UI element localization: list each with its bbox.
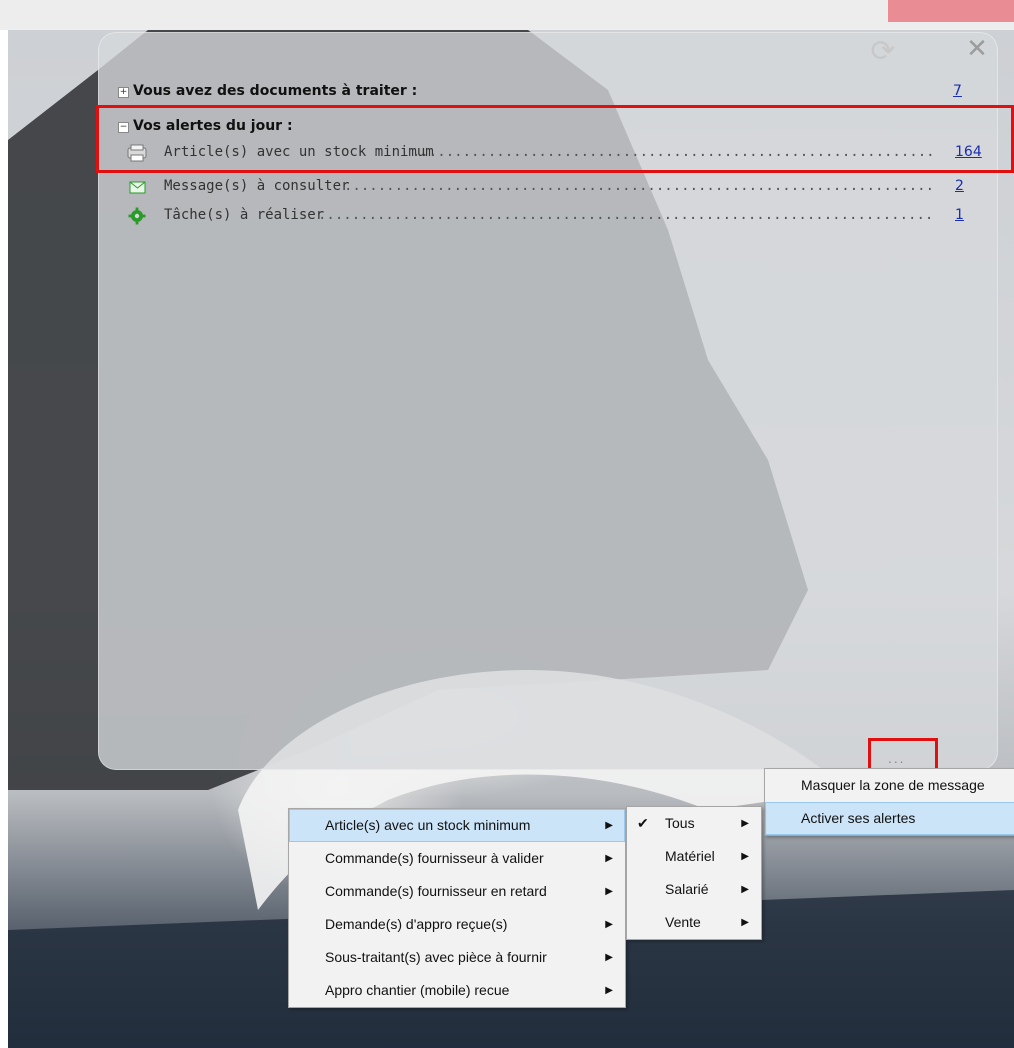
menu-item-label: Commande(s) fournisseur à valider bbox=[325, 850, 544, 866]
category-submenu: ✔ Tous ▶ Matériel ▶ Salarié ▶ Vente ▶ bbox=[626, 806, 762, 940]
alert-count-link[interactable]: 1 bbox=[955, 207, 964, 223]
envelope-icon bbox=[129, 181, 146, 194]
chevron-right-icon: ▶ bbox=[741, 884, 749, 895]
leader-dots: ........................................… bbox=[318, 207, 934, 223]
alert-item-tasks[interactable]: Tâche(s) à réaliser ....................… bbox=[126, 207, 992, 227]
menu-item-label: Activer ses alertes bbox=[801, 810, 916, 826]
menu-item-label: Commande(s) fournisseur en retard bbox=[325, 883, 547, 899]
chevron-right-icon: ▶ bbox=[605, 952, 613, 963]
menu-item-stock-minimum[interactable]: Article(s) avec un stock minimum ▶ bbox=[289, 809, 625, 842]
highlight-box bbox=[96, 105, 1014, 173]
chevron-right-icon: ▶ bbox=[741, 917, 749, 928]
menu-item-commande-en-retard[interactable]: Commande(s) fournisseur en retard ▶ bbox=[289, 875, 625, 908]
menu-item-label: Matériel bbox=[665, 848, 715, 864]
chevron-right-icon: ▶ bbox=[605, 820, 613, 831]
refresh-icon[interactable]: ⟳ bbox=[866, 32, 900, 72]
documents-title: Vous avez des documents à traiter : bbox=[133, 83, 418, 99]
top-bar-accent bbox=[888, 0, 1014, 22]
menu-item-hide-message-zone[interactable]: Masquer la zone de message bbox=[765, 769, 1014, 802]
gear-icon bbox=[128, 207, 146, 225]
menu-item-label: Sous-traitant(s) avec pièce à fournir bbox=[325, 949, 547, 965]
menu-item-salarie[interactable]: Salarié ▶ bbox=[627, 873, 761, 906]
chevron-right-icon: ▶ bbox=[605, 919, 613, 930]
menu-item-label: Tous bbox=[665, 815, 695, 831]
menu-item-label: Vente bbox=[665, 914, 701, 930]
menu-item-label: Masquer la zone de message bbox=[801, 777, 985, 793]
documents-section[interactable]: + Vous avez des documents à traiter : bbox=[118, 83, 417, 99]
check-icon: ✔ bbox=[637, 815, 649, 831]
menu-item-label: Salarié bbox=[665, 881, 709, 897]
menu-item-commande-a-valider[interactable]: Commande(s) fournisseur à valider ▶ bbox=[289, 842, 625, 875]
documents-count-link[interactable]: 7 bbox=[953, 83, 962, 99]
chevron-right-icon: ▶ bbox=[741, 851, 749, 862]
chevron-right-icon: ▶ bbox=[605, 886, 613, 897]
chevron-right-icon: ▶ bbox=[605, 985, 613, 996]
alert-item-label: Tâche(s) à réaliser bbox=[164, 207, 325, 223]
menu-item-appro-chantier[interactable]: Appro chantier (mobile) recue ▶ bbox=[289, 974, 625, 1007]
menu-item-label: Demande(s) d'appro reçue(s) bbox=[325, 916, 508, 932]
menu-item-vente[interactable]: Vente ▶ bbox=[627, 906, 761, 939]
options-menu: Masquer la zone de message Activer ses a… bbox=[764, 768, 1014, 836]
alerts-context-menu: Article(s) avec un stock minimum ▶ Comma… bbox=[288, 808, 626, 1008]
alert-count-link[interactable]: 2 bbox=[955, 178, 964, 194]
chevron-right-icon: ▶ bbox=[741, 818, 749, 829]
menu-item-label: Article(s) avec un stock minimum bbox=[325, 817, 531, 833]
leader-dots: ........................................… bbox=[344, 178, 934, 194]
menu-item-demande-appro[interactable]: Demande(s) d'appro reçue(s) ▶ bbox=[289, 908, 625, 941]
menu-item-sous-traitant[interactable]: Sous-traitant(s) avec pièce à fournir ▶ bbox=[289, 941, 625, 974]
close-icon[interactable]: ✕ bbox=[964, 34, 990, 64]
menu-item-materiel[interactable]: Matériel ▶ bbox=[627, 840, 761, 873]
alert-item-messages[interactable]: Message(s) à consulter .................… bbox=[126, 178, 992, 198]
top-bar bbox=[0, 0, 1014, 30]
chevron-right-icon: ▶ bbox=[605, 853, 613, 864]
alert-item-label: Message(s) à consulter bbox=[164, 178, 350, 194]
expand-icon[interactable]: + bbox=[118, 87, 129, 98]
menu-item-tous[interactable]: ✔ Tous ▶ bbox=[627, 807, 761, 840]
menu-item-enable-alerts[interactable]: Activer ses alertes bbox=[765, 802, 1014, 835]
menu-item-label: Appro chantier (mobile) recue bbox=[325, 982, 510, 998]
